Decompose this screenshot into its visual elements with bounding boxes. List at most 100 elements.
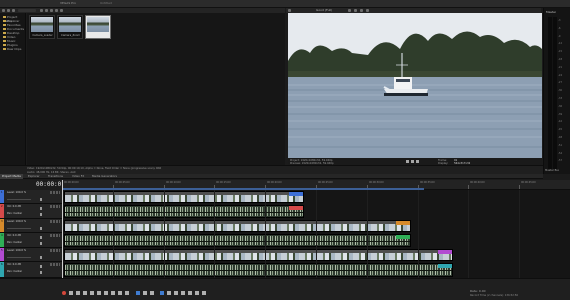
auto-ripple-icon[interactable] [167, 291, 171, 295]
folder-icon [3, 44, 6, 46]
track-buttons[interactable] [50, 220, 60, 223]
envelope-tool-icon[interactable] [143, 291, 147, 295]
volume-slider-knob[interactable] [40, 207, 42, 210]
location-dropdown[interactable] [18, 9, 36, 12]
clip-header [65, 250, 452, 253]
play-from-start-icon[interactable] [76, 291, 80, 295]
track-buttons[interactable] [50, 191, 60, 194]
play-icon[interactable] [83, 291, 87, 295]
ruler-label: 00:00:15;00 [216, 181, 231, 184]
track-buttons[interactable] [50, 249, 60, 252]
clip-color-tag [289, 192, 303, 196]
markers-icon[interactable] [188, 291, 192, 295]
preview-settings-icon[interactable] [288, 9, 291, 12]
preview-play-icon[interactable] [406, 160, 409, 163]
folder-icon [3, 48, 6, 50]
views-icon[interactable] [50, 9, 53, 12]
level-slider[interactable] [7, 228, 31, 229]
lock-envelopes-icon[interactable] [174, 291, 178, 295]
file-thumbnail-selected[interactable] [85, 15, 111, 39]
meter-scale-label: -42 [558, 120, 563, 124]
tab-media-generators[interactable]: Media Generators [90, 174, 119, 179]
preview-pause-icon[interactable] [411, 160, 414, 163]
tree-item[interactable]: Raw Clips [3, 47, 22, 51]
track-header-audio[interactable]: 4 Vol: 0.0 dB Pan: Center [0, 233, 62, 248]
track-header-audio[interactable]: 6 Vol: 0.0 dB Pan: Center [0, 262, 62, 278]
up-folder-icon[interactable] [12, 9, 15, 12]
tab-project-media[interactable]: Project Media [0, 174, 23, 179]
meter-left [548, 17, 552, 169]
copy-snapshot-icon[interactable] [360, 9, 363, 12]
delete-icon[interactable] [55, 9, 58, 12]
track-volume: Vol: 0.0 dB [7, 263, 21, 266]
normal-edit-tool-icon[interactable] [136, 291, 140, 295]
track-buttons[interactable] [50, 234, 60, 237]
split-screen-icon[interactable] [348, 9, 351, 12]
audio-clip[interactable] [64, 263, 453, 277]
preview-stop-icon[interactable] [416, 160, 419, 163]
ruler-tick [519, 185, 520, 189]
loop-playback-icon[interactable] [69, 291, 73, 295]
track-volume: Vol: 0.0 dB [7, 234, 21, 237]
track-buttons[interactable] [50, 205, 60, 208]
go-to-end-icon[interactable] [111, 291, 115, 295]
play-preview-icon[interactable] [60, 9, 63, 12]
save-snapshot-icon[interactable] [366, 9, 369, 12]
stop-icon[interactable] [97, 291, 101, 295]
level-slider[interactable] [7, 257, 31, 258]
meter-scale-label: -36 [558, 104, 563, 108]
grid-line [468, 190, 469, 278]
track-header-video[interactable]: 3 Level: 100.0 % [0, 219, 62, 233]
level-slider-knob[interactable] [40, 256, 42, 259]
pan-slider-knob[interactable] [40, 242, 42, 245]
preview-quality-dropdown[interactable]: Good (Full) [316, 8, 332, 12]
video-preview[interactable] [288, 13, 542, 158]
video-clip[interactable] [64, 191, 304, 203]
level-slider-knob[interactable] [40, 198, 42, 201]
window-docking-tabs: Project Media Explorer Transitions Video… [0, 174, 543, 179]
clip-header [65, 221, 410, 224]
trim-icon[interactable] [202, 291, 206, 295]
record-icon[interactable] [62, 291, 66, 295]
forward-icon[interactable] [7, 9, 10, 12]
track-number: 1 [1, 191, 3, 194]
overlays-icon[interactable] [354, 9, 357, 12]
file-thumbnail[interactable]: Camera_Loader [29, 15, 55, 39]
audio-clip[interactable] [64, 205, 304, 218]
audio-clip[interactable] [64, 234, 411, 247]
meter-scale-label: -21 [558, 65, 563, 69]
next-frame-icon[interactable] [125, 291, 129, 295]
video-clip[interactable] [64, 249, 453, 261]
meter-scale-label: -9 [558, 34, 561, 38]
track-header-video[interactable]: 5 Level: 100.0 % [0, 248, 62, 262]
volume-slider-knob[interactable] [40, 265, 42, 268]
tab-video-fx[interactable]: Video FX [70, 174, 86, 179]
ruler-label: 00:00:45;00 [521, 181, 536, 184]
pause-icon[interactable] [90, 291, 94, 295]
level-slider-knob[interactable] [40, 227, 42, 230]
track-header-video[interactable]: 1 Level: 100.0 % [0, 190, 62, 204]
ignore-grouping-icon[interactable] [181, 291, 185, 295]
track-buttons[interactable] [50, 263, 60, 266]
snapping-icon[interactable] [160, 291, 164, 295]
go-to-start-icon[interactable] [104, 291, 108, 295]
volume-slider-knob[interactable] [40, 236, 42, 239]
tab-explorer[interactable]: Explorer [26, 174, 42, 179]
split-icon[interactable] [195, 291, 199, 295]
file-thumbnail[interactable]: Camera_Zoom [57, 15, 83, 39]
file-list[interactable]: Camera_Loader Camera_Zoom [27, 13, 285, 165]
playhead-cursor[interactable] [62, 180, 63, 278]
back-icon[interactable] [2, 9, 5, 12]
folder-tree[interactable]: Project Media Explorer Favorites Documen… [0, 13, 26, 165]
favorites-icon[interactable] [45, 9, 48, 12]
meter-scale-label: -18 [558, 58, 563, 61]
tab-transitions[interactable]: Transitions [46, 174, 65, 179]
video-clip[interactable] [64, 220, 411, 232]
pan-slider-knob[interactable] [40, 271, 42, 274]
refresh-icon[interactable] [40, 9, 43, 12]
level-slider[interactable] [7, 199, 31, 200]
track-header-audio[interactable]: 2 Vol: 0.0 dB Pan: Center [0, 204, 62, 219]
selection-tool-icon[interactable] [150, 291, 154, 295]
prev-frame-icon[interactable] [118, 291, 122, 295]
pan-slider-knob[interactable] [40, 213, 42, 216]
